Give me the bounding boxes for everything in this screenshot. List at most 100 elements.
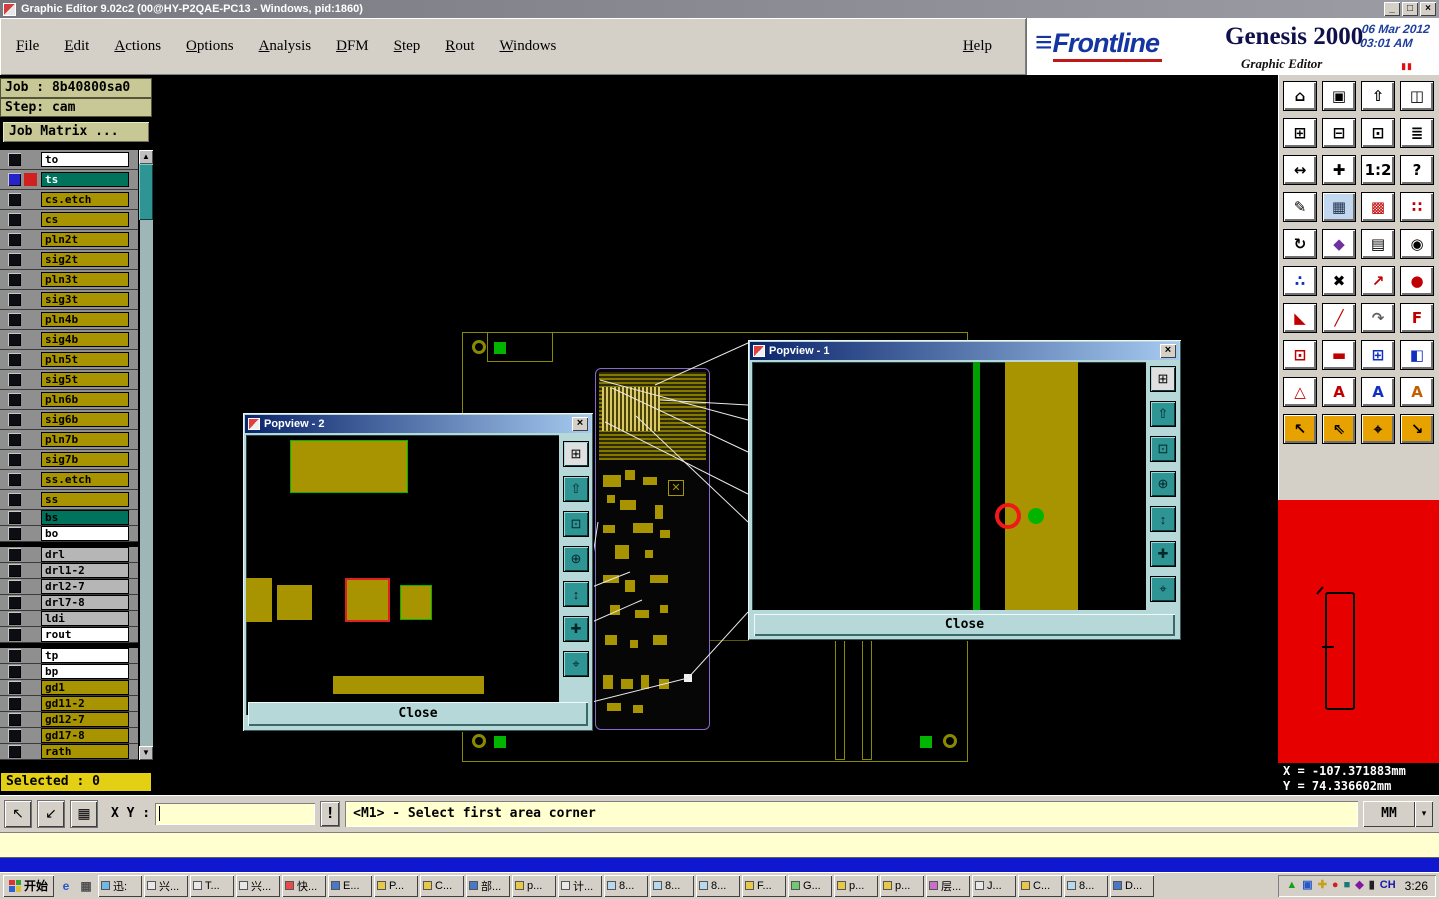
layer-name[interactable]: pln5t xyxy=(41,352,129,367)
layer-name[interactable]: cs.etch xyxy=(41,192,129,207)
layer-name[interactable]: sig4b xyxy=(41,332,129,347)
layer-name[interactable]: gd17-8 xyxy=(41,728,129,743)
layer-row[interactable]: gd11-2 xyxy=(0,696,138,712)
popview-1-close-button[interactable]: Close xyxy=(754,614,1175,636)
layer-toggle-icon[interactable] xyxy=(8,433,21,446)
select-mode-icon[interactable]: ↖ xyxy=(4,799,32,828)
taskbar-window-button[interactable]: T... xyxy=(190,874,235,897)
layer-name[interactable]: tp xyxy=(41,648,129,663)
tray-icon[interactable]: ■ xyxy=(1344,880,1351,891)
layer-name[interactable]: pln4b xyxy=(41,312,129,327)
start-button[interactable]: 开始 xyxy=(3,874,55,897)
popview-2-titlebar[interactable]: Popview - 2 × xyxy=(245,415,591,433)
measure-icon[interactable]: ▤ xyxy=(1361,229,1395,259)
menu-item[interactable]: Edit xyxy=(64,38,89,55)
quick-launch-icon[interactable]: ▦ xyxy=(77,877,95,895)
layer-row[interactable]: sig4b xyxy=(0,330,138,350)
popview-2-window[interactable]: Popview - 2 × ⊞ ⇧ ⊡ ⊕ ↕ ✚ ⌖ Close xyxy=(243,413,593,731)
window-titlebar[interactable]: Graphic Editor 9.02c2 (00@HY-P2QAE-PC13 … xyxy=(0,0,1439,18)
layer-toggle-icon[interactable] xyxy=(8,373,21,386)
layer-row[interactable]: pln5t xyxy=(0,350,138,370)
taskbar-window-button[interactable]: 层... xyxy=(926,874,971,897)
layer-name[interactable]: gd1 xyxy=(41,680,129,695)
layer-toggle-icon[interactable] xyxy=(8,393,21,406)
layer-row[interactable]: pln2t xyxy=(0,230,138,250)
dot-grid-icon[interactable]: ∷ xyxy=(1400,192,1434,222)
layer-row[interactable]: gd17-8 xyxy=(0,728,138,744)
layer-name[interactable]: ts xyxy=(41,172,129,187)
layers-icon[interactable]: ≣ xyxy=(1400,118,1434,148)
half-plane-icon[interactable]: ◧ xyxy=(1400,340,1434,370)
line-tool-icon[interactable]: ╱ xyxy=(1322,303,1356,333)
popview-zoom-in-icon[interactable]: ⊕ xyxy=(1150,471,1176,497)
arc-tool-icon[interactable]: ↷ xyxy=(1361,303,1395,333)
layer-toggle-icon[interactable] xyxy=(8,548,21,561)
text-a-red-icon[interactable]: A xyxy=(1322,377,1356,407)
grid-icon[interactable]: ▦ xyxy=(1322,192,1356,222)
menu-item-help[interactable]: Help xyxy=(963,38,992,55)
command-history-button[interactable]: ! xyxy=(320,800,341,827)
layer-name[interactable]: pln6b xyxy=(41,392,129,407)
layer-row[interactable]: drl xyxy=(0,547,138,563)
taskbar-window-button[interactable]: 8... xyxy=(650,874,695,897)
add-grid-icon[interactable]: ⊞ xyxy=(1361,340,1395,370)
menu-item[interactable]: Analysis xyxy=(259,38,312,55)
taskbar-window-button[interactable]: p... xyxy=(880,874,925,897)
layer-toggle-icon[interactable] xyxy=(8,564,21,577)
taskbar-window-button[interactable]: P... xyxy=(374,874,419,897)
popview-2-canvas[interactable] xyxy=(246,435,559,715)
layer-toggle-icon[interactable] xyxy=(8,413,21,426)
zoom-in-window-icon[interactable]: ⊞ xyxy=(1283,118,1317,148)
triangle-outline-icon[interactable]: △ xyxy=(1283,377,1317,407)
grid-snap-icon[interactable]: ▦ xyxy=(70,799,98,828)
layer-name[interactable]: sig2t xyxy=(41,252,129,267)
view-home-icon[interactable]: ⌂ xyxy=(1283,81,1317,111)
layer-toggle-icon[interactable] xyxy=(8,612,21,625)
help-icon[interactable]: ? xyxy=(1400,155,1434,185)
layer-toggle-icon[interactable] xyxy=(8,473,21,486)
layer-row[interactable]: pln4b xyxy=(0,310,138,330)
layer-toggle-icon[interactable] xyxy=(8,353,21,366)
layer-toggle-icon[interactable] xyxy=(8,697,21,710)
layer-toggle-icon[interactable] xyxy=(8,453,21,466)
fit-view-icon[interactable]: ↔ xyxy=(1283,155,1317,185)
pattern-fill-icon[interactable]: ▩ xyxy=(1361,192,1395,222)
popview-zoom-up-icon[interactable]: ⇧ xyxy=(563,476,589,502)
layer-row[interactable]: rath xyxy=(0,744,138,760)
layer-row[interactable]: ss.etch xyxy=(0,470,138,490)
tray-icon[interactable]: ● xyxy=(1332,880,1339,891)
layer-name[interactable]: sig3t xyxy=(41,292,129,307)
taskbar-window-button[interactable]: 部... xyxy=(466,874,511,897)
layer-name[interactable]: pln2t xyxy=(41,232,129,247)
layer-name[interactable]: bp xyxy=(41,664,129,679)
layer-row[interactable]: rout xyxy=(0,627,138,643)
units-dropdown-icon[interactable]: ▾ xyxy=(1415,800,1433,827)
scrollbar-thumb[interactable] xyxy=(139,164,153,220)
layer-row[interactable]: pln6b xyxy=(0,390,138,410)
menu-item[interactable]: Options xyxy=(186,38,234,55)
layer-name[interactable]: ss xyxy=(41,492,129,507)
layer-toggle-icon[interactable] xyxy=(8,628,21,641)
popview-1-canvas[interactable] xyxy=(752,362,1146,610)
units-selector[interactable]: MM ▾ xyxy=(1363,800,1433,827)
menu-item[interactable]: Actions xyxy=(114,38,161,55)
popview-zoom-box-icon[interactable]: ⊡ xyxy=(1150,436,1176,462)
layer-name[interactable]: ldi xyxy=(41,611,129,626)
layer-toggle-icon[interactable] xyxy=(8,665,21,678)
job-matrix-button[interactable]: Job Matrix ... xyxy=(2,121,150,143)
layer-row[interactable]: bo xyxy=(0,526,138,542)
layer-row[interactable]: sig6b xyxy=(0,410,138,430)
layer-name[interactable]: drl7-8 xyxy=(41,595,129,610)
layer-name[interactable]: ss.etch xyxy=(41,472,129,487)
layer-row[interactable]: to xyxy=(0,150,138,170)
layer-name[interactable]: drl1-2 xyxy=(41,563,129,578)
layer-row[interactable]: drl2-7 xyxy=(0,579,138,595)
tray-icon[interactable]: ▲ xyxy=(1286,880,1297,891)
taskbar-window-button[interactable]: p... xyxy=(512,874,557,897)
layer-row[interactable]: drl1-2 xyxy=(0,563,138,579)
taskbar-window-button[interactable]: 迅: xyxy=(98,874,143,897)
layer-toggle-icon[interactable] xyxy=(8,527,21,540)
layer-name[interactable]: cs xyxy=(41,212,129,227)
layer-toggle-icon[interactable] xyxy=(8,649,21,662)
layer-name[interactable]: drl2-7 xyxy=(41,579,129,594)
